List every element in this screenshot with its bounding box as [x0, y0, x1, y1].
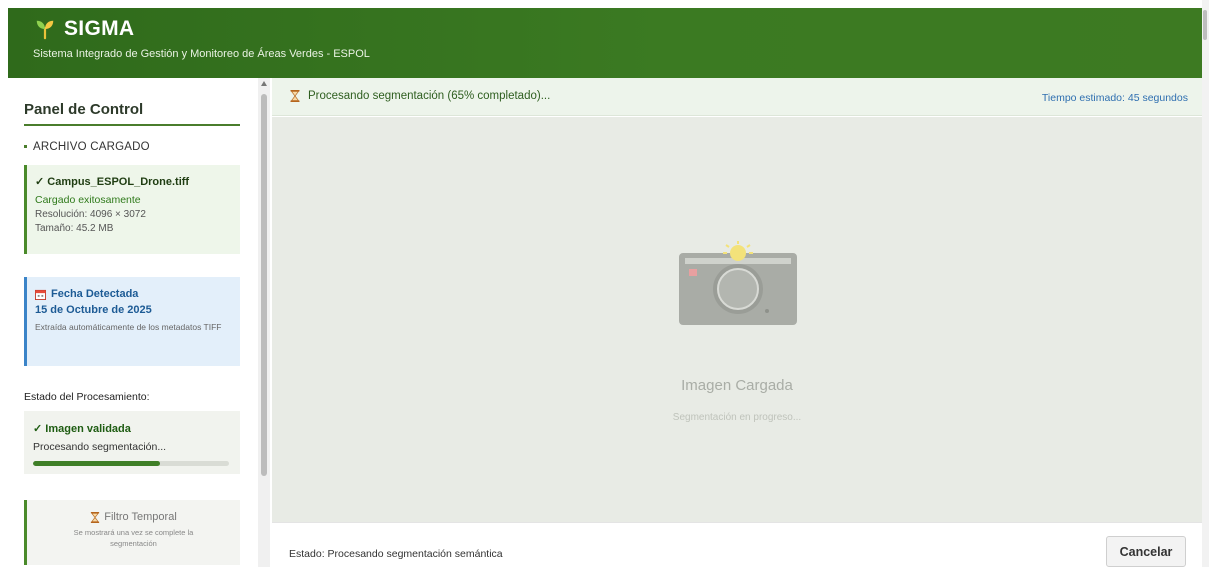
- temporal-filter-card: Filtro Temporal Se mostrará una vez se c…: [24, 500, 240, 565]
- processing-status-label: Estado del Procesamiento:: [24, 391, 150, 403]
- temporal-filter-title-text: Filtro Temporal: [104, 511, 177, 523]
- processing-status-text: Procesando segmentación (65% completado)…: [308, 90, 551, 102]
- window-scrollbar[interactable]: [1202, 0, 1209, 567]
- loaded-file-card: ✓ Campus_ESPOL_Drone.tiff Cargado exitos…: [24, 165, 240, 254]
- sidebar-scrollbar[interactable]: [258, 78, 270, 567]
- file-status: Cargado exitosamente: [35, 194, 141, 206]
- window-scrollbar-thumb[interactable]: [1203, 10, 1207, 40]
- app-window: SIGMA Sistema Integrado de Gestión y Mon…: [0, 0, 1209, 567]
- date-card-title-text: Fecha Detectada: [51, 288, 139, 300]
- hourglass-icon: [290, 90, 300, 102]
- processing-progress-bar: [33, 461, 229, 466]
- app-name: SIGMA: [64, 17, 135, 40]
- file-section-text: ARCHIVO CARGADO: [33, 141, 150, 153]
- panel-title: Panel de Control: [24, 101, 144, 118]
- sprout-icon: [36, 20, 54, 40]
- processing-card: ✓ Imagen validada Procesando segmentació…: [24, 411, 240, 474]
- panel-title-divider: [24, 124, 240, 126]
- estimated-time: Tiempo estimado: 45 segundos: [1041, 92, 1188, 104]
- date-card-title: Fecha Detectada: [35, 288, 240, 300]
- hourglass-icon: [91, 511, 100, 523]
- main-view: Procesando segmentación (65% completado)…: [272, 78, 1202, 567]
- temporal-filter-title: Filtro Temporal: [27, 511, 240, 523]
- file-name: ✓ Campus_ESPOL_Drone.tiff: [35, 176, 190, 188]
- cancel-button[interactable]: Cancelar: [1106, 536, 1186, 567]
- temporal-filter-note: Se mostrará una vez se complete la segme…: [73, 528, 194, 548]
- date-source-note: Extraída automáticamente de los metadato…: [35, 322, 222, 332]
- image-preview-area: Imagen Cargada Segmentación en progreso.…: [272, 117, 1202, 522]
- calendar-icon: [35, 289, 46, 300]
- file-size: Tamaño: 45.2 MB: [35, 223, 114, 234]
- image-loaded-subtitle: Segmentación en progreso...: [672, 412, 802, 423]
- image-validated-text: ✓ Imagen validada: [33, 423, 131, 435]
- app-subtitle: Sistema Integrado de Gestión y Monitoreo…: [33, 48, 370, 60]
- detected-date-card: Fecha Detectada 15 de Octubre de 2025 Ex…: [24, 277, 240, 366]
- control-panel-sidebar: Panel de Control ARCHIVO CARGADO ✓ Campu…: [8, 78, 258, 567]
- processing-step-text: Procesando segmentación...: [33, 441, 167, 453]
- camera-icon: [679, 241, 797, 325]
- processing-status: Procesando segmentación (65% completado)…: [290, 90, 550, 102]
- app-header: SIGMA Sistema Integrado de Gestión y Mon…: [8, 8, 1202, 78]
- file-section-label: ARCHIVO CARGADO: [24, 141, 150, 153]
- bottom-status-text: Estado: Procesando segmentación semántic…: [289, 548, 503, 560]
- sidebar-scrollbar-thumb[interactable]: [261, 94, 267, 476]
- bullet-icon: [24, 145, 27, 149]
- file-resolution: Resolución: 4096 × 3072: [35, 209, 146, 220]
- scroll-up-arrow-icon[interactable]: [261, 81, 267, 86]
- brand: SIGMA: [34, 17, 134, 41]
- image-loaded-title: Imagen Cargada: [681, 377, 793, 394]
- detected-date-value: 15 de Octubre de 2025: [35, 304, 152, 316]
- progress-bar-fill: [33, 461, 161, 466]
- bottom-status-bar: Estado: Procesando segmentación semántic…: [272, 522, 1202, 567]
- processing-status-bar: Procesando segmentación (65% completado)…: [272, 78, 1202, 116]
